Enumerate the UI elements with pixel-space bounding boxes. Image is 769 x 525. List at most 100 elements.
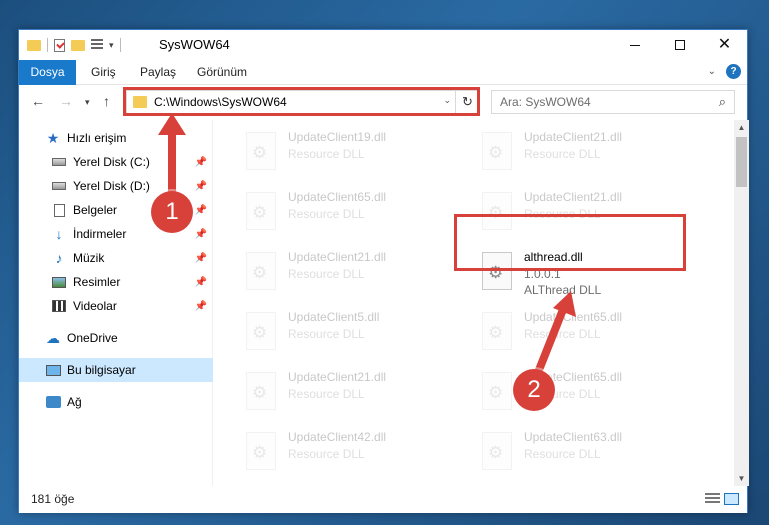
sidebar-item-label: Yerel Disk (D:): [73, 179, 150, 193]
recent-locations-icon[interactable]: ▾: [85, 97, 90, 108]
help-icon[interactable]: ?: [726, 64, 741, 79]
new-folder-icon[interactable]: [71, 39, 85, 51]
sidebar-item-network[interactable]: Ağ: [19, 390, 213, 414]
close-button[interactable]: ✕: [702, 30, 747, 60]
file-name: UpdateClient21.dll: [524, 130, 623, 144]
sidebar-item-label: Bu bilgisayar: [67, 363, 136, 377]
onedrive-icon: ☁: [46, 329, 60, 346]
sidebar-item-onedrive[interactable]: ☁ OneDrive: [19, 326, 213, 350]
file-tile[interactable]: ⚙ UpdateClient21.dll Resource DLL: [240, 368, 470, 416]
vertical-scrollbar[interactable]: ▲ ▼: [734, 120, 749, 486]
sidebar-item-label: Ağ: [67, 395, 82, 409]
network-icon: [45, 395, 61, 409]
back-arrow-icon[interactable]: ←: [31, 93, 45, 109]
tab-share[interactable]: Paylaş: [128, 60, 188, 85]
tab-home[interactable]: Giriş: [79, 60, 128, 85]
file-description: Resource DLL: [288, 447, 365, 461]
sidebar-item-quick-access[interactable]: ★ Hızlı erişim: [19, 126, 213, 150]
details-view-icon[interactable]: [705, 493, 720, 505]
file-name: UpdateClient19.dll: [288, 130, 387, 144]
explorer-window: ▾ SysWOW64 ✕ Dosya Giriş Paylaş Görünüm …: [18, 29, 749, 513]
file-name: UpdateClient5.dll: [288, 310, 380, 324]
file-name: UpdateClient65.dll: [288, 190, 387, 204]
scrollbar-thumb[interactable]: [736, 137, 747, 187]
dll-file-icon: ⚙: [246, 312, 276, 350]
dll-file-icon: ⚙: [482, 312, 512, 350]
search-placeholder: Ara: SysWOW64: [500, 95, 591, 109]
status-bar: 181 öğe: [19, 486, 747, 513]
toolbar-dropdown-icon[interactable]: ▾: [109, 40, 114, 51]
file-description: Resource DLL: [288, 207, 365, 221]
scroll-down-icon[interactable]: ▼: [734, 471, 749, 486]
sidebar-item-label: Videolar: [73, 299, 117, 313]
step-1-badge: 1: [151, 191, 193, 233]
pin-icon[interactable]: 📌: [195, 205, 207, 216]
pin-icon[interactable]: 📌: [195, 301, 207, 312]
sidebar-item-label: OneDrive: [67, 331, 118, 345]
file-tile[interactable]: ⚙ UpdateClient5.dll Resource DLL: [240, 308, 470, 356]
file-list: ⚙ UpdateClient19.dll Resource DLL ⚙ Upda…: [214, 120, 734, 486]
dll-file-icon: ⚙: [246, 372, 276, 410]
toolbar-divider: [47, 38, 48, 52]
pin-icon[interactable]: 📌: [195, 277, 207, 288]
file-tile[interactable]: ⚙ UpdateClient65.dll Resource DLL: [240, 188, 470, 236]
tab-view[interactable]: Görünüm: [185, 60, 259, 85]
file-tile[interactable]: ⚙ UpdateClient65.dll Resource DLL: [476, 308, 706, 356]
sidebar-item-videos[interactable]: Videolar 📌: [19, 294, 213, 318]
tab-file[interactable]: Dosya: [19, 60, 76, 85]
sidebar-item-this-pc[interactable]: Bu bilgisayar: [19, 358, 213, 382]
minimize-button[interactable]: [612, 30, 657, 60]
documents-icon: [51, 203, 67, 217]
pin-icon[interactable]: 📌: [195, 157, 207, 168]
disk-icon: [51, 155, 67, 169]
file-name: UpdateClient65.dll: [524, 310, 623, 324]
file-tile[interactable]: ⚙ UpdateClient19.dll Resource DLL: [240, 128, 470, 176]
file-name: UpdateClient21.dll: [288, 250, 387, 264]
view-switcher: [705, 493, 739, 505]
sidebar-item-label: Müzik: [73, 251, 105, 265]
sidebar-item-label: Hızlı erişim: [67, 131, 127, 145]
file-name: UpdateClient21.dll: [524, 190, 623, 204]
folder-icon: [27, 39, 41, 51]
file-description: ALThread DLL: [524, 283, 602, 297]
sidebar-item-music[interactable]: ♪ Müzik 📌: [19, 246, 213, 270]
properties-icon[interactable]: [54, 38, 65, 52]
window-title: SysWOW64: [159, 37, 230, 52]
window-controls: ✕: [612, 30, 747, 60]
file-tile[interactable]: ⚙ UpdateClient63.dll Resource DLL: [476, 428, 706, 476]
file-tile[interactable]: ⚙ UpdateClient21.dll Resource DLL: [476, 128, 706, 176]
search-input[interactable]: Ara: SysWOW64 ⌕: [491, 90, 735, 114]
music-icon: ♪: [55, 250, 63, 266]
download-icon: ↓: [55, 226, 63, 242]
file-tile[interactable]: ⚙ UpdateClient42.dll Resource DLL: [240, 428, 470, 476]
scroll-up-icon[interactable]: ▲: [734, 120, 749, 135]
minimize-icon: [629, 44, 640, 46]
ribbon-controls: ⌄ ?: [708, 64, 741, 79]
dll-file-icon: ⚙: [246, 432, 276, 470]
maximize-button[interactable]: [657, 30, 702, 60]
pictures-icon: [51, 275, 67, 289]
pin-icon[interactable]: 📌: [195, 253, 207, 264]
file-tile[interactable]: ⚙ UpdateClient21.dll Resource DLL: [240, 248, 470, 296]
forward-arrow-icon[interactable]: →: [59, 93, 73, 109]
close-icon: ✕: [717, 36, 732, 53]
file-tile[interactable]: ⚙ UpdateClient65.dll Resource DLL: [476, 368, 706, 416]
up-arrow-icon[interactable]: ↑: [103, 93, 110, 109]
customize-toolbar-icon[interactable]: [91, 39, 103, 51]
tiles-view-icon[interactable]: [724, 493, 739, 505]
file-description: Resource DLL: [524, 147, 601, 161]
search-icon[interactable]: ⌕: [719, 94, 726, 110]
sidebar-item-pictures[interactable]: Resimler 📌: [19, 270, 213, 294]
dll-file-icon: ⚙: [482, 372, 512, 410]
file-name: UpdateClient21.dll: [288, 370, 387, 384]
file-description: Resource DLL: [524, 327, 601, 341]
dll-file-icon: ⚙: [246, 192, 276, 230]
this-pc-icon: [45, 363, 61, 377]
expand-ribbon-icon[interactable]: ⌄: [708, 66, 716, 77]
file-description: Resource DLL: [524, 447, 601, 461]
pin-icon[interactable]: 📌: [195, 229, 207, 240]
sidebar-item-label: Belgeler: [73, 203, 118, 217]
pin-icon[interactable]: 📌: [195, 181, 207, 192]
title-bar: ▾ SysWOW64 ✕: [19, 30, 747, 60]
sidebar-item-local-disk-c[interactable]: Yerel Disk (C:) 📌: [19, 150, 213, 174]
